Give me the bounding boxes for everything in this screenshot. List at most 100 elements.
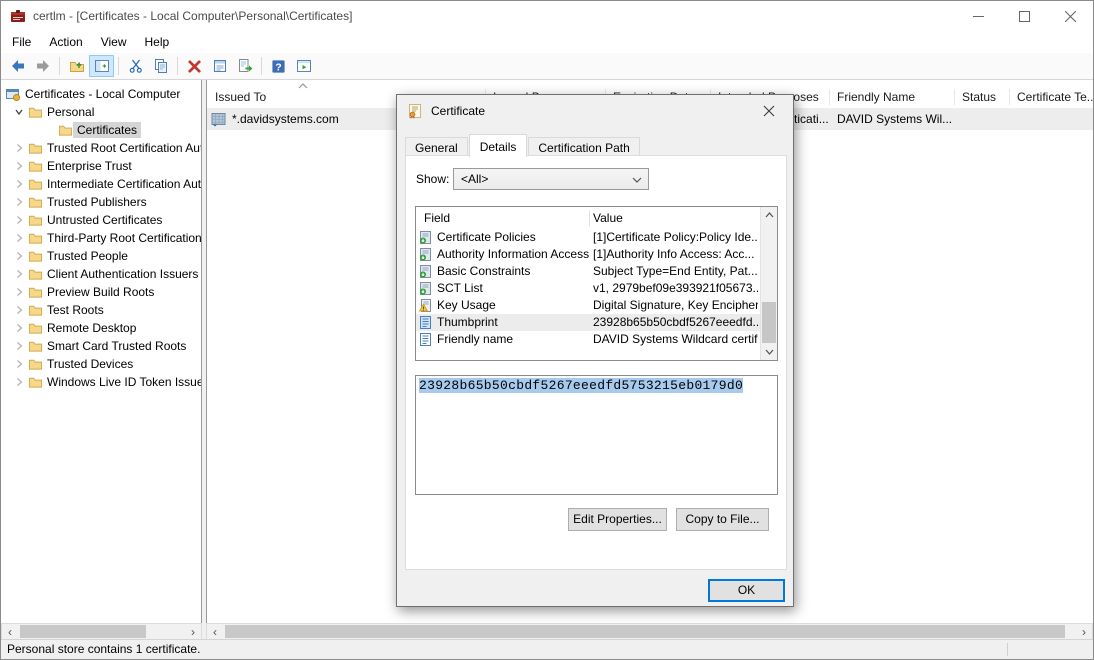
tree-item-third-party-root-certification-authorities[interactable]: Third-Party Root Certification Authoriti… <box>1 229 201 247</box>
scrollbar-thumb[interactable] <box>225 625 1065 638</box>
chevron-right-icon[interactable] <box>11 323 27 333</box>
edit-properties-button[interactable]: Edit Properties... <box>568 508 667 531</box>
chevron-right-icon[interactable] <box>11 341 27 351</box>
properties-button[interactable] <box>207 55 232 77</box>
chevron-right-icon[interactable] <box>11 143 27 153</box>
chevron-right-icon[interactable] <box>11 197 27 207</box>
maximize-icon <box>1019 11 1030 22</box>
tab-general[interactable]: General <box>405 137 468 156</box>
field-row-key-usage[interactable]: Key Usage Digital Signature, Key Enciphe… <box>416 297 760 314</box>
field-name: Authority Information Access <box>437 246 589 263</box>
delete-button[interactable] <box>182 55 207 77</box>
close-button[interactable] <box>1047 1 1093 31</box>
help-button[interactable]: ? <box>266 55 291 77</box>
copy-to-file-button[interactable]: Copy to File... <box>676 508 769 531</box>
chevron-right-icon[interactable] <box>11 305 27 315</box>
tree-item-label: Trusted Root Certification Authorities <box>43 140 202 156</box>
back-button[interactable] <box>5 55 30 77</box>
copy-button[interactable] <box>148 55 173 77</box>
field-row-certificate-policies[interactable]: Certificate Policies [1]Certificate Poli… <box>416 229 760 246</box>
scrollbar-thumb[interactable] <box>20 625 146 638</box>
folder-icon <box>27 267 43 281</box>
chevron-right-icon[interactable] <box>11 359 27 369</box>
chevron-right-icon[interactable] <box>11 377 27 387</box>
scroll-left-icon[interactable]: ‹ <box>2 624 18 639</box>
tree-item-preview-build-roots[interactable]: Preview Build Roots <box>1 283 201 301</box>
scroll-left-icon[interactable]: ‹ <box>207 624 223 639</box>
show-dropdown[interactable]: <All> <box>453 168 649 190</box>
dialog-close-button[interactable] <box>747 97 791 125</box>
scroll-right-icon[interactable]: › <box>185 624 201 639</box>
tree-item-remote-desktop[interactable]: Remote Desktop <box>1 319 201 337</box>
certificate-icon <box>211 112 227 127</box>
column-divider[interactable] <box>829 89 830 105</box>
minimize-button[interactable] <box>955 1 1001 31</box>
tab-certification-path[interactable]: Certification Path <box>528 137 639 156</box>
up-one-level-button[interactable] <box>64 55 89 77</box>
field-list-vertical-scrollbar[interactable] <box>760 207 777 360</box>
tree-item-label: Trusted Publishers <box>43 194 151 210</box>
show-action-pane-button[interactable] <box>291 55 316 77</box>
export-list-button[interactable] <box>232 55 257 77</box>
tree-item-untrusted-certificates[interactable]: Untrusted Certificates <box>1 211 201 229</box>
field-row-friendly-name[interactable]: Friendly name DAVID Systems Wildcard cer… <box>416 331 760 348</box>
field-column-header[interactable]: Field <box>424 211 450 225</box>
menu-file[interactable]: File <box>3 32 40 52</box>
tree-item-label: Certificates - Local Computer <box>21 86 184 102</box>
tree-item-test-roots[interactable]: Test Roots <box>1 301 201 319</box>
tree-item-personal[interactable]: Personal <box>1 103 201 121</box>
forward-button[interactable] <box>30 55 55 77</box>
field-row-authority-information-access[interactable]: Authority Information Access [1]Authorit… <box>416 246 760 263</box>
scroll-up-icon[interactable] <box>761 207 777 223</box>
chevron-right-icon[interactable] <box>11 179 27 189</box>
tree-item-intermediate-certification-authorities[interactable]: Intermediate Certification Authorities <box>1 175 201 193</box>
scroll-down-icon[interactable] <box>761 344 777 360</box>
scrollbar-thumb[interactable] <box>762 302 776 343</box>
scroll-right-icon[interactable]: › <box>1076 624 1092 639</box>
list-horizontal-scrollbar[interactable]: ‹ › <box>206 623 1093 640</box>
chevron-right-icon[interactable] <box>11 287 27 297</box>
menu-view[interactable]: View <box>92 32 136 52</box>
folder-icon <box>27 213 43 227</box>
column-divider[interactable] <box>1009 89 1010 105</box>
tree-item-enterprise-trust[interactable]: Enterprise Trust <box>1 157 201 175</box>
tree-item-trusted-publishers[interactable]: Trusted Publishers <box>1 193 201 211</box>
menu-help[interactable]: Help <box>136 32 179 52</box>
tab-details[interactable]: Details <box>469 134 528 157</box>
tree-item-smart-card-trusted-roots[interactable]: Smart Card Trusted Roots <box>1 337 201 355</box>
back-icon <box>10 58 26 74</box>
extension-icon <box>419 231 432 244</box>
column-divider[interactable] <box>954 89 955 105</box>
chevron-right-icon[interactable] <box>11 251 27 261</box>
tree-item-trusted-root-certification-authorities[interactable]: Trusted Root Certification Authorities <box>1 139 201 157</box>
tree-item-certificates[interactable]: Certificates <box>1 121 201 139</box>
folder-icon <box>27 159 43 173</box>
cell-issued-to: *.davidsystems.com <box>211 108 339 130</box>
field-row-thumbprint[interactable]: Thumbprint 23928b65b50cbdf5267eeedfd... <box>416 314 760 331</box>
ok-button[interactable]: OK <box>708 579 785 602</box>
column-header-status[interactable]: Status <box>954 86 1009 108</box>
cell-friendly-name: DAVID Systems Wil... <box>837 108 952 130</box>
tree-item-windows-live-id-token-issuer[interactable]: Windows Live ID Token Issuer <box>1 373 201 391</box>
column-header-friendly-name[interactable]: Friendly Name <box>829 86 954 108</box>
column-header-certificate-template[interactable]: Certificate Te... <box>1009 86 1093 108</box>
menu-action[interactable]: Action <box>40 32 91 52</box>
chevron-down-icon[interactable] <box>11 107 27 117</box>
cut-button[interactable] <box>123 55 148 77</box>
show-console-tree-button[interactable] <box>89 55 114 77</box>
field-row-basic-constraints[interactable]: Basic Constraints Subject Type=End Entit… <box>416 263 760 280</box>
tree-item-client-authentication-issuers[interactable]: Client Authentication Issuers <box>1 265 201 283</box>
chevron-right-icon[interactable] <box>11 233 27 243</box>
tree-item-trusted-devices[interactable]: Trusted Devices <box>1 355 201 373</box>
tree-horizontal-scrollbar[interactable]: ‹ › <box>1 623 202 640</box>
chevron-right-icon[interactable] <box>11 215 27 225</box>
value-column-header[interactable]: Value <box>593 211 623 225</box>
tree-item-trusted-people[interactable]: Trusted People <box>1 247 201 265</box>
field-row-sct-list[interactable]: SCT List v1, 2979bef09e393921f05673... <box>416 280 760 297</box>
field-detail-textbox[interactable]: 23928b65b50cbdf5267eeedfd5753215eb0179d0 <box>415 375 778 495</box>
chevron-right-icon[interactable] <box>11 269 27 279</box>
tree-item-certificates-local-computer[interactable]: Certificates - Local Computer <box>1 85 201 103</box>
folder-icon <box>27 177 43 191</box>
chevron-right-icon[interactable] <box>11 161 27 171</box>
maximize-button[interactable] <box>1001 1 1047 31</box>
